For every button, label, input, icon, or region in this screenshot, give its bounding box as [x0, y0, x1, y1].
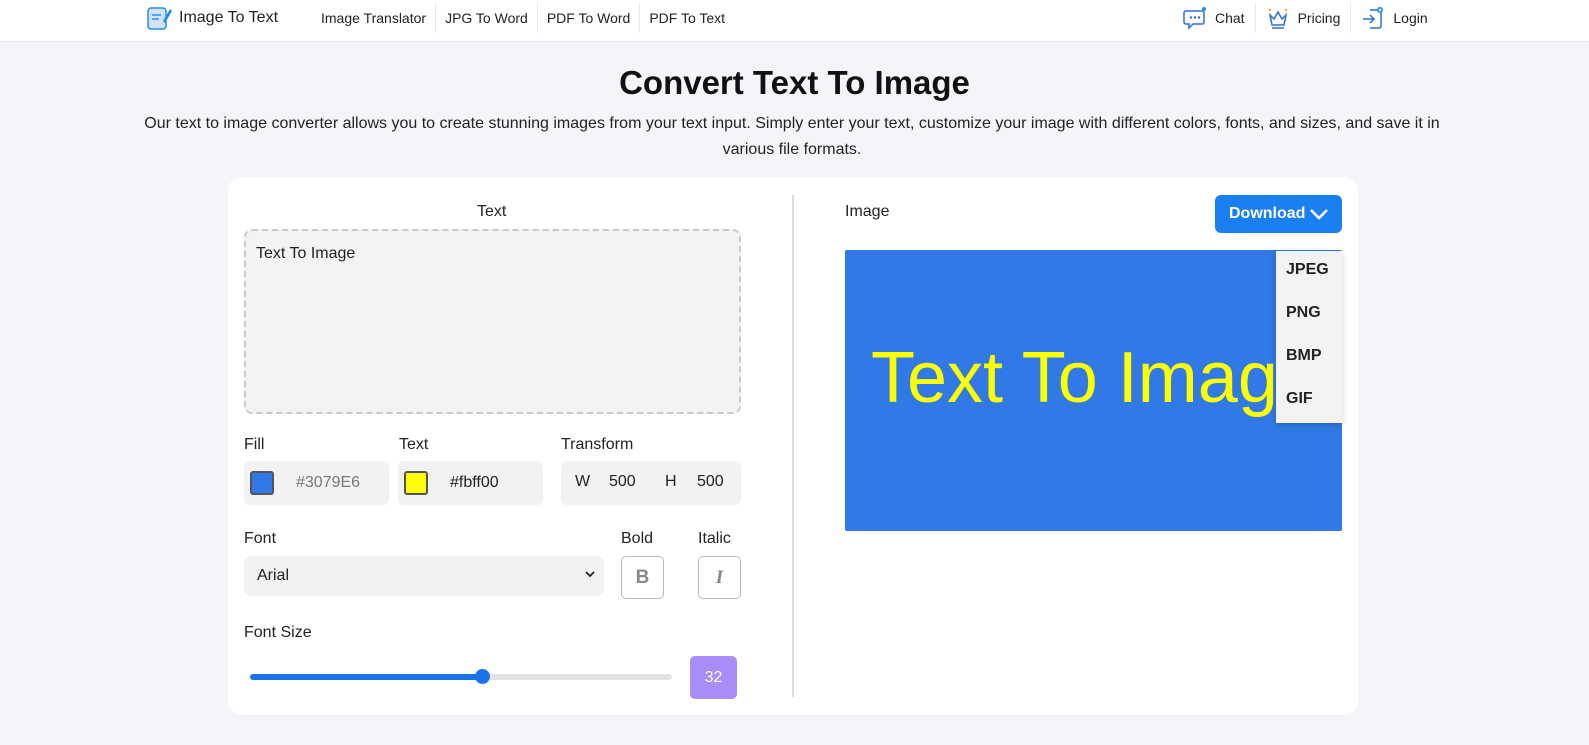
format-option-bmp[interactable]: BMP	[1286, 347, 1322, 365]
login-link[interactable]: Login	[1350, 3, 1437, 33]
font-size-slider[interactable]	[250, 669, 672, 684]
fill-color-value[interactable]: #3079E6	[296, 474, 360, 492]
text-input-label: Text	[477, 203, 507, 220]
font-size-label: Font Size	[244, 624, 312, 641]
italic-toggle[interactable]: I	[698, 556, 741, 599]
text-color-value[interactable]: #fbff00	[450, 474, 499, 492]
format-option-jpeg[interactable]: JPEG	[1286, 261, 1329, 279]
text-color-label: Text	[399, 436, 429, 453]
page-title: Convert Text To Image	[619, 64, 970, 101]
font-size-value: 32	[690, 656, 737, 699]
panel-divider	[792, 195, 794, 697]
font-size-slider-thumb[interactable]	[475, 669, 491, 684]
nav-right: Chat Pricing Login	[1183, 0, 1438, 36]
top-navbar: Image To Text Image Translator JPG To Wo…	[0, 0, 1589, 42]
fill-color-field[interactable]: #3079E6	[244, 461, 389, 505]
text-color-field[interactable]: #fbff00	[398, 461, 543, 505]
text-input[interactable]	[244, 229, 741, 414]
fill-label: Fill	[244, 436, 265, 453]
font-label: Font	[244, 530, 277, 547]
chat-icon	[1183, 7, 1206, 30]
font-select-value: Arial	[257, 567, 290, 584]
nav-link-image-translator[interactable]: Image Translator	[312, 3, 435, 33]
main-nav: Image Translator JPG To Word PDF To Word…	[312, 0, 734, 36]
italic-label: Italic	[698, 530, 731, 547]
format-option-png[interactable]: PNG	[1286, 304, 1321, 322]
transform-field: W 500 H 500	[561, 461, 741, 505]
preview-text: Text To Image	[871, 338, 1318, 418]
crown-icon	[1268, 8, 1287, 29]
image-preview: Text To Image	[845, 250, 1342, 531]
nav-link-pdf-to-text[interactable]: PDF To Text	[639, 3, 734, 33]
login-label: Login	[1393, 10, 1428, 26]
logo-icon	[147, 7, 172, 30]
width-label: W	[575, 473, 591, 490]
pricing-link[interactable]: Pricing	[1254, 3, 1351, 33]
chat-link[interactable]: Chat	[1183, 3, 1255, 33]
login-icon	[1363, 7, 1384, 29]
bold-toggle[interactable]: B	[621, 556, 664, 599]
chevron-down-icon	[1310, 209, 1328, 220]
brand-link[interactable]: Image To Text	[146, 5, 278, 31]
chat-label: Chat	[1215, 10, 1245, 26]
height-label: H	[665, 473, 677, 490]
transform-label: Transform	[561, 436, 634, 453]
width-input[interactable]: 500	[609, 473, 636, 491]
text-color-swatch[interactable]	[404, 471, 428, 495]
font-select[interactable]: Arial	[244, 556, 604, 596]
download-format-menu: JPEG PNG BMP GIF	[1276, 251, 1342, 423]
font-size-slider-fill	[250, 674, 483, 680]
download-label: Download	[1229, 205, 1306, 222]
brand-name: Image To Text	[179, 9, 279, 26]
nav-link-pdf-to-word[interactable]: PDF To Word	[536, 3, 640, 33]
page-subtitle: Our text to image converter allows you t…	[144, 115, 1440, 158]
fill-color-swatch[interactable]	[250, 471, 274, 495]
bold-label: Bold	[621, 530, 654, 547]
download-button[interactable]: Download	[1215, 195, 1342, 233]
pricing-label: Pricing	[1297, 10, 1341, 26]
nav-link-jpg-to-word[interactable]: JPG To Word	[435, 3, 537, 33]
height-input[interactable]: 500	[697, 473, 724, 491]
chevron-down-icon	[585, 571, 595, 578]
image-label: Image	[845, 203, 890, 220]
format-option-gif[interactable]: GIF	[1286, 390, 1313, 408]
